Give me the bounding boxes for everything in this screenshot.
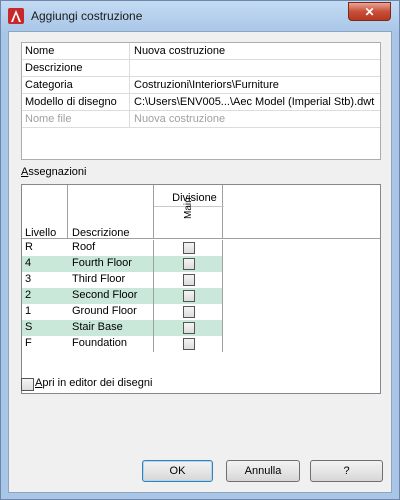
table-row[interactable]: 2 Second Floor xyxy=(22,288,223,304)
open-in-editor-checkbox[interactable] xyxy=(21,378,34,391)
row-description: Roof xyxy=(72,241,96,253)
help-button[interactable]: ? xyxy=(310,460,383,482)
row-level: 3 xyxy=(25,273,32,285)
checkbox-icon[interactable] xyxy=(183,242,195,254)
property-key: Descrizione xyxy=(25,62,83,74)
property-key: Nome xyxy=(25,45,55,57)
row-level: R xyxy=(25,241,33,253)
table-row[interactable]: F Foundation xyxy=(22,336,223,352)
row-description: Second Floor xyxy=(72,289,138,301)
autocad-logo-icon xyxy=(8,8,24,24)
dialog-window: Aggiungi costruzione ✕ Nome Nuova costru… xyxy=(0,0,400,500)
grid-header: Livello Descrizione Divisione Main xyxy=(22,185,380,239)
property-row-category[interactable]: Categoria Costruzioni\Interiors\Furnitur… xyxy=(22,77,380,94)
properties-table: Nome Nuova costruzione Descrizione Categ… xyxy=(21,42,381,160)
ok-button[interactable]: OK xyxy=(142,460,213,482)
property-key: Modello di disegno xyxy=(25,96,117,108)
row-description: Fourth Floor xyxy=(72,257,132,269)
open-in-editor-label[interactable]: Apri in editor dei disegni xyxy=(35,377,152,389)
property-row-name[interactable]: Nome Nuova costruzione xyxy=(22,43,380,60)
property-row-template[interactable]: Modello di disegno C:\Users\ENV005...\Ae… xyxy=(22,94,380,111)
assignments-label: Assegnazioni xyxy=(21,166,87,178)
row-level: S xyxy=(25,321,33,333)
table-row[interactable]: S Stair Base xyxy=(22,320,223,336)
checkbox-icon[interactable] xyxy=(183,338,195,350)
row-description: Third Floor xyxy=(72,273,126,285)
property-value[interactable]: Nuova costruzione xyxy=(134,45,378,57)
checkbox-icon[interactable] xyxy=(183,258,195,270)
property-row-description[interactable]: Descrizione xyxy=(22,60,380,77)
property-row-filename: Nome file Nuova costruzione xyxy=(22,111,380,128)
row-level: 2 xyxy=(25,289,32,301)
row-level: 1 xyxy=(25,305,32,317)
property-key: Categoria xyxy=(25,79,73,91)
row-level: 4 xyxy=(25,257,32,269)
row-level: F xyxy=(25,337,32,349)
column-header-level[interactable]: Livello xyxy=(25,227,56,239)
checkbox-icon[interactable] xyxy=(183,290,195,302)
cancel-button[interactable]: Annulla xyxy=(226,460,300,482)
table-row[interactable]: 1 Ground Floor xyxy=(22,304,223,320)
property-value[interactable]: Costruzioni\Interiors\Furniture xyxy=(134,79,378,91)
column-header-division: Divisione xyxy=(172,192,217,204)
row-description: Ground Floor xyxy=(72,305,137,317)
checkbox-icon[interactable] xyxy=(183,322,195,334)
window-title: Aggiungi costruzione xyxy=(31,9,143,23)
property-value: Nuova costruzione xyxy=(134,113,226,125)
close-button[interactable]: ✕ xyxy=(348,2,391,21)
checkbox-icon[interactable] xyxy=(183,274,195,286)
table-row[interactable]: 3 Third Floor xyxy=(22,272,223,288)
row-description: Foundation xyxy=(72,337,128,349)
table-row[interactable]: R Roof xyxy=(22,240,223,256)
row-description: Stair Base xyxy=(72,321,123,333)
property-key: Nome file xyxy=(25,113,72,125)
close-icon: ✕ xyxy=(364,4,375,19)
column-header-main[interactable]: Main xyxy=(183,197,194,219)
property-value[interactable]: C:\Users\ENV005...\Aec Model (Imperial S… xyxy=(134,96,378,108)
checkbox-icon[interactable] xyxy=(183,306,195,318)
title-bar[interactable]: Aggiungi costruzione ✕ xyxy=(1,1,399,31)
column-header-description[interactable]: Descrizione xyxy=(72,227,129,239)
dialog-body: Nome Nuova costruzione Descrizione Categ… xyxy=(8,31,392,493)
table-row[interactable]: 4 Fourth Floor xyxy=(22,256,223,272)
assignments-grid: Livello Descrizione Divisione Main R Roo… xyxy=(21,184,381,394)
